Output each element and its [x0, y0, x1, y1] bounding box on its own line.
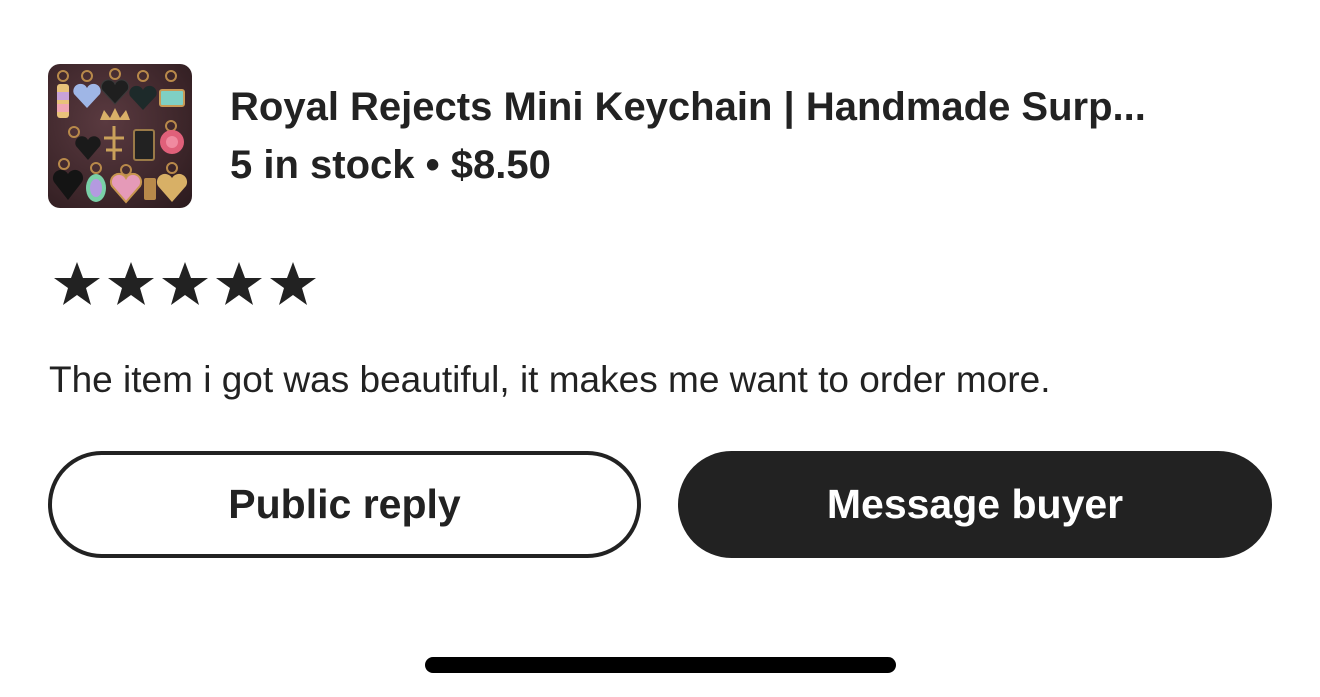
product-thumbnail[interactable]: [48, 64, 192, 208]
product-title[interactable]: Royal Rejects Mini Keychain | Handmade S…: [230, 84, 1270, 130]
star-icon: [106, 260, 156, 308]
star-rating: [52, 260, 318, 308]
home-indicator[interactable]: [425, 657, 896, 673]
message-buyer-button[interactable]: Message buyer: [678, 451, 1272, 558]
review-text: The item i got was beautiful, it makes m…: [49, 359, 1051, 400]
star-icon: [160, 260, 210, 308]
keychain-charms-icon: [52, 68, 188, 204]
public-reply-button[interactable]: Public reply: [48, 451, 641, 558]
star-icon: [52, 260, 102, 308]
star-icon: [214, 260, 264, 308]
product-summary[interactable]: Royal Rejects Mini Keychain | Handmade S…: [48, 64, 1278, 208]
stock-and-price: 5 in stock • $8.50: [230, 143, 551, 187]
star-icon: [268, 260, 318, 308]
